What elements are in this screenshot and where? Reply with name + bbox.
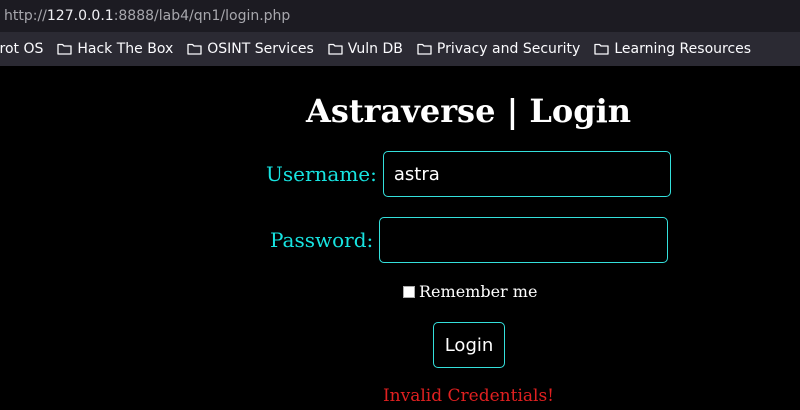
url-host: 127.0.0.1 [46, 8, 114, 24]
url-scheme: http:// [4, 8, 47, 24]
bookmark-label: Hack The Box [77, 41, 174, 57]
bookmark-osint-services[interactable]: OSINT Services [187, 32, 314, 66]
bookmark-vuln-db[interactable]: Vuln DB [328, 32, 403, 66]
bookmark-parrot-os[interactable]: rrot OS [0, 32, 43, 66]
url-path: :8888/lab4/qn1/login.php [113, 8, 291, 24]
folder-icon [57, 43, 73, 55]
page-content: Astraverse | Login Username: Password: R… [0, 66, 800, 410]
password-input[interactable] [379, 217, 669, 263]
username-row: Username: [266, 151, 671, 197]
url-text[interactable]: http://127.0.0.1:8888/lab4/qn1/login.php [0, 8, 290, 24]
bookmark-label: Learning Resources [614, 41, 752, 57]
folder-icon [417, 43, 432, 55]
bookmarks-bar: rrot OS Hack The Box OSINT Services Vuln… [0, 32, 800, 66]
page-title: Astraverse | Login [306, 92, 631, 130]
login-button[interactable]: Login [433, 322, 505, 368]
password-label: Password: [270, 228, 374, 252]
folder-icon [187, 43, 202, 55]
bookmark-hack-the-box[interactable]: Hack The Box [57, 32, 173, 66]
address-bar[interactable]: http://127.0.0.1:8888/lab4/qn1/login.php [0, 0, 800, 32]
bookmark-label: Privacy and Security [436, 41, 581, 57]
remember-me-label[interactable]: Remember me [419, 282, 537, 301]
folder-icon [328, 43, 343, 55]
error-message: Invalid Credentials! [382, 386, 555, 406]
bookmark-privacy-and-security[interactable]: Privacy and Security [417, 32, 580, 66]
bookmark-learning-resources[interactable]: Learning Resources [594, 32, 751, 66]
bookmark-label: rrot OS [0, 41, 44, 57]
remember-me-row: Remember me [403, 282, 537, 301]
bookmark-label: OSINT Services [207, 41, 314, 57]
username-input[interactable] [382, 151, 671, 197]
password-row: Password: [270, 217, 669, 263]
bookmark-label: Vuln DB [347, 41, 403, 57]
username-label: Username: [266, 162, 377, 186]
folder-icon [594, 43, 609, 55]
remember-me-checkbox[interactable] [403, 285, 415, 298]
